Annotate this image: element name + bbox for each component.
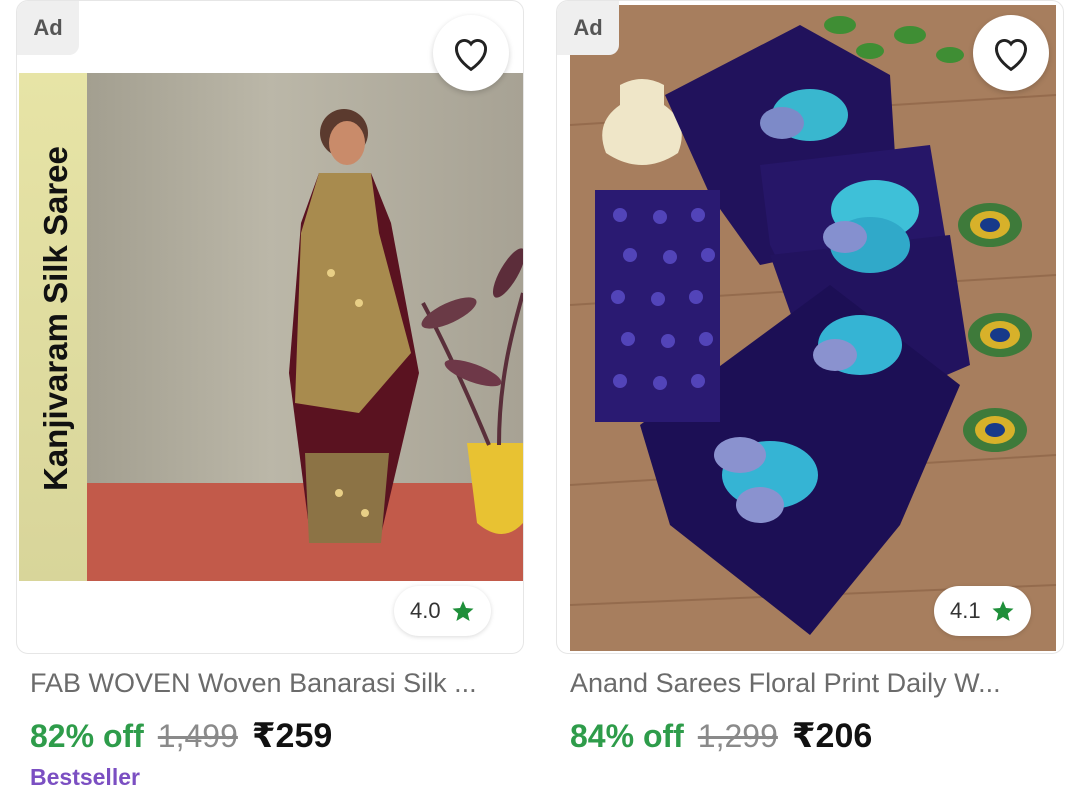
price-row: 82% off 1,499 ₹259 — [30, 716, 332, 756]
rating-value: 4.1 — [950, 598, 981, 623]
ad-label: Ad — [17, 1, 79, 55]
ad-label: Ad — [557, 1, 619, 55]
rating-pill: 4.1 — [934, 586, 1031, 636]
wishlist-button[interactable] — [973, 15, 1049, 91]
original-price: 1,499 — [157, 718, 238, 754]
discount-text: 84% off — [570, 718, 684, 754]
star-icon — [452, 601, 474, 621]
selling-price: ₹206 — [791, 717, 873, 755]
rating-value: 4.0 — [410, 598, 441, 623]
original-price: 1,299 — [697, 718, 778, 754]
rating-pill: 4.0 — [394, 586, 491, 636]
heart-outline-icon — [455, 39, 487, 72]
star-icon — [992, 601, 1014, 621]
image-overlay-text: Kanjivaram Silk Saree — [37, 146, 74, 491]
product-title[interactable]: Anand Sarees Floral Print Daily W... — [570, 668, 1060, 699]
heart-outline-icon — [995, 39, 1027, 72]
product-grid: Ad Kanjivaram Silk Saree 4.0 FAB WOVEN W… — [0, 0, 1080, 800]
discount-text: 82% off — [30, 718, 144, 754]
wishlist-button[interactable] — [433, 15, 509, 91]
product-image[interactable] — [570, 5, 1056, 651]
product-image[interactable]: Kanjivaram Silk Saree — [19, 73, 523, 581]
price-row: 84% off 1,299 ₹206 — [570, 716, 872, 756]
bestseller-badge: Bestseller — [30, 764, 140, 790]
product-image-frame[interactable]: Ad — [556, 0, 1064, 654]
product-card[interactable]: Ad — [556, 0, 1076, 800]
selling-price: ₹259 — [251, 717, 333, 755]
product-card[interactable]: Ad — [16, 0, 536, 800]
product-title[interactable]: FAB WOVEN Woven Banarasi Silk ... — [30, 668, 520, 699]
product-image-frame[interactable]: Ad — [16, 0, 524, 654]
